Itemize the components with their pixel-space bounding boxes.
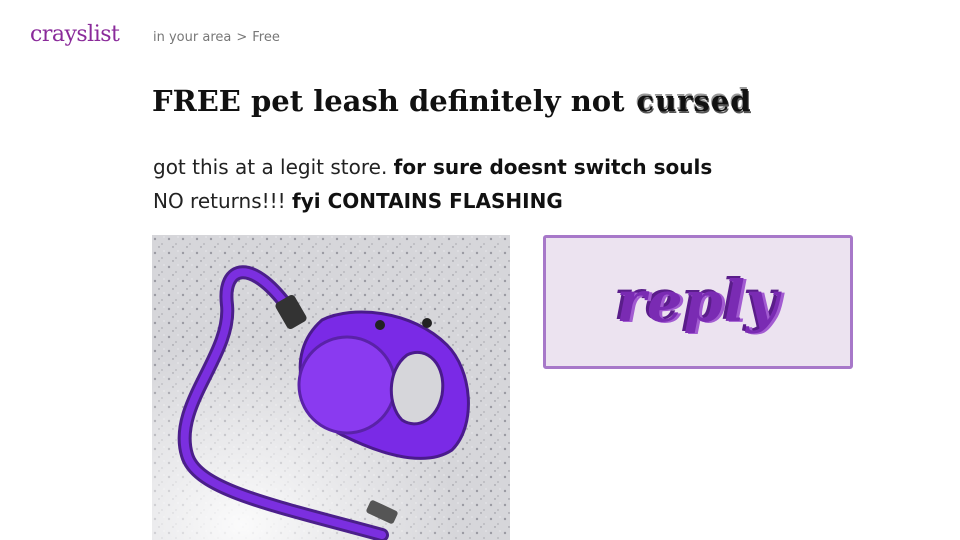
description-line-1-text: got this at a legit store. — [153, 155, 394, 179]
site-logo[interactable]: crayslist — [30, 22, 120, 47]
description-line-1: got this at a legit store. for sure does… — [153, 150, 712, 184]
pet-leash-image — [152, 235, 510, 540]
listing-title-text: FREE pet leash definitely not — [152, 84, 625, 118]
listing-photo[interactable] — [152, 235, 510, 540]
listing-title-glitch-word: cursed — [636, 84, 752, 118]
breadcrumb-area-link[interactable]: in your area — [153, 30, 231, 45]
listing-title: FREE pet leash definitely not cursed — [152, 84, 752, 118]
breadcrumb-category-link[interactable]: Free — [252, 30, 280, 45]
description-line-2-bold: fyi CONTAINS FLASHING — [292, 189, 563, 213]
reply-button-label: reply — [616, 269, 780, 335]
breadcrumb-separator: > — [236, 30, 248, 45]
description-line-2-text: NO returns!!! — [153, 189, 293, 213]
description-line-1-bold: for sure doesnt switch souls — [393, 155, 713, 179]
breadcrumb: in your area > Free — [153, 30, 280, 45]
description-line-2: NO returns!!! fyi CONTAINS FLASHING — [153, 184, 712, 218]
reply-button[interactable]: reply — [543, 235, 853, 369]
listing-description: got this at a legit store. for sure does… — [153, 150, 712, 218]
